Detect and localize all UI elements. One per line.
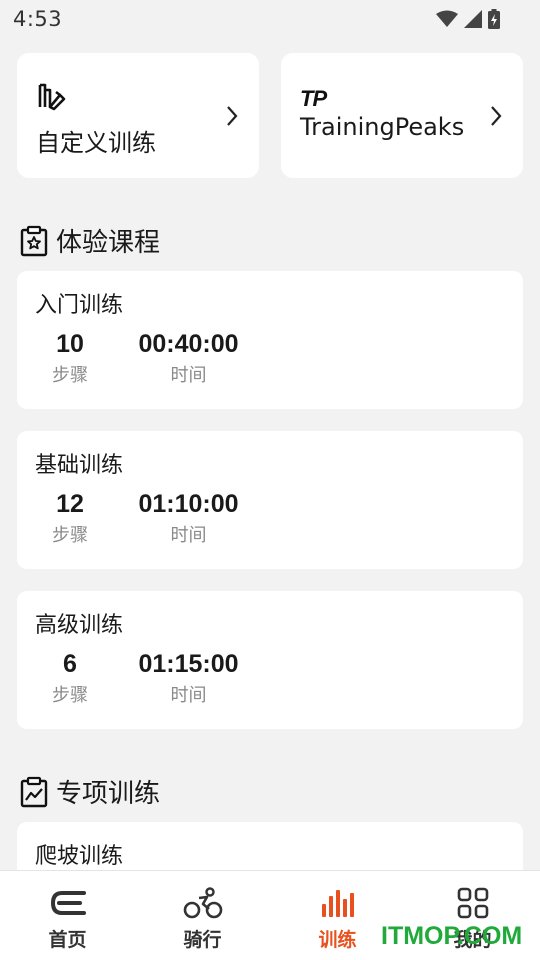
course-name: 入门训练 bbox=[35, 293, 124, 318]
bike-icon bbox=[183, 887, 222, 919]
chevron-right-icon bbox=[227, 106, 238, 126]
time-stat: 00:40:00 时间 bbox=[121, 329, 256, 387]
grid-icon bbox=[457, 887, 488, 919]
steps-value: 12 bbox=[56, 490, 84, 518]
time-label: 时间 bbox=[170, 525, 207, 546]
course-card-beginner[interactable]: 入门训练 10 步骤 00:40:00 时间 bbox=[17, 271, 523, 409]
home-icon bbox=[50, 891, 86, 915]
section-trial-courses: 体验课程 bbox=[20, 222, 160, 259]
course-stats: 12 步骤 01:10:00 时间 bbox=[35, 489, 505, 547]
status-icons bbox=[436, 9, 500, 29]
course-card-advanced[interactable]: 高级训练 6 步骤 01:15:00 时间 bbox=[17, 591, 523, 729]
time-stat: 01:15:00 时间 bbox=[121, 649, 256, 707]
steps-label: 步骤 bbox=[52, 365, 88, 386]
course-name: 爬坡训练 bbox=[35, 844, 124, 869]
signal-icon bbox=[464, 10, 482, 28]
battery-icon bbox=[488, 9, 500, 29]
custom-training-label: 自定义训练 bbox=[36, 129, 156, 157]
time-value: 01:15:00 bbox=[138, 650, 239, 678]
custom-training-card[interactable]: 自定义训练 bbox=[17, 53, 259, 178]
steps-label: 步骤 bbox=[52, 525, 88, 546]
time-stat: 01:10:00 时间 bbox=[121, 489, 256, 547]
nav-label: 骑行 bbox=[183, 929, 222, 951]
steps-stat: 12 步骤 bbox=[35, 489, 105, 547]
clipboard-chart-icon bbox=[20, 776, 48, 807]
custom-training-icon bbox=[38, 83, 66, 111]
training-bars-icon bbox=[321, 890, 354, 917]
nav-home[interactable]: 首页 bbox=[0, 871, 135, 960]
section-title-text: 专项训练 bbox=[56, 779, 161, 809]
clipboard-star-icon bbox=[20, 225, 48, 256]
trainingpeaks-logo: TP bbox=[300, 86, 327, 111]
nav-label: 首页 bbox=[48, 929, 87, 951]
nav-label: 训练 bbox=[318, 929, 357, 951]
top-cards: 自定义训练 TP TrainingPeaks bbox=[17, 53, 523, 178]
steps-value: 10 bbox=[56, 330, 84, 358]
time-value: 01:10:00 bbox=[138, 490, 239, 518]
steps-stat: 10 步骤 bbox=[35, 329, 105, 387]
chevron-right-icon bbox=[491, 106, 502, 126]
time-label: 时间 bbox=[170, 365, 207, 386]
nav-ride[interactable]: 骑行 bbox=[135, 871, 270, 960]
section-title-text: 体验课程 bbox=[56, 228, 161, 258]
wifi-icon bbox=[436, 10, 458, 27]
status-bar: 4:53 bbox=[0, 0, 540, 38]
status-time: 4:53 bbox=[13, 7, 63, 31]
course-stats: 6 步骤 01:15:00 时间 bbox=[35, 649, 505, 707]
time-label: 时间 bbox=[170, 685, 207, 706]
section-special-training: 专项训练 bbox=[20, 773, 160, 810]
course-stats: 10 步骤 00:40:00 时间 bbox=[35, 329, 505, 387]
trainingpeaks-label: TrainingPeaks bbox=[300, 113, 465, 141]
time-value: 00:40:00 bbox=[138, 330, 239, 358]
steps-label: 步骤 bbox=[52, 685, 88, 706]
trainingpeaks-card[interactable]: TP TrainingPeaks bbox=[281, 53, 523, 178]
steps-value: 6 bbox=[63, 650, 77, 678]
watermark: ITMOP.COM bbox=[381, 922, 523, 950]
course-card-basic[interactable]: 基础训练 12 步骤 01:10:00 时间 bbox=[17, 431, 523, 569]
course-name: 高级训练 bbox=[35, 613, 124, 638]
course-name: 基础训练 bbox=[35, 453, 124, 478]
steps-stat: 6 步骤 bbox=[35, 649, 105, 707]
